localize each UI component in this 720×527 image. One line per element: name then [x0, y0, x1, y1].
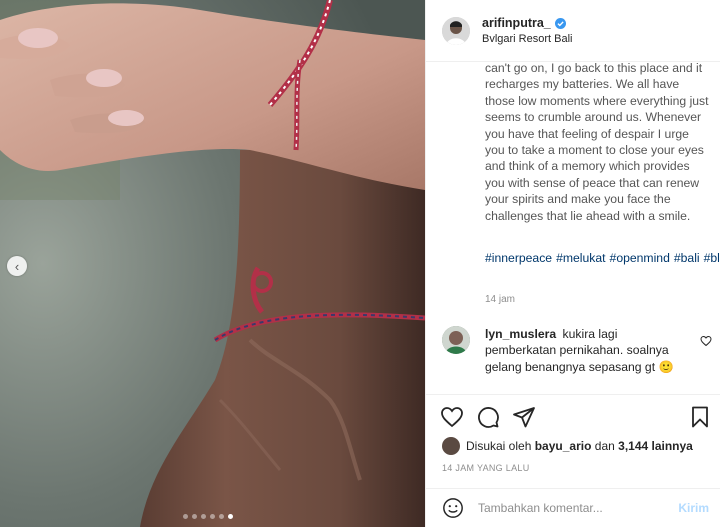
- verified-badge-icon: [554, 17, 566, 29]
- liker-username[interactable]: bayu_ario: [535, 439, 592, 453]
- likes-conjunction: dan: [594, 439, 615, 453]
- hashtag-link[interactable]: #innerpeace: [485, 251, 552, 265]
- caption-time-ago[interactable]: 14 jam: [485, 294, 515, 305]
- post-hashtags: #innerpeace #melukat #openmind #bali #blesse…: [485, 250, 720, 266]
- comment-body: lyn_muslera kukira lagi pemberkatan pern…: [485, 326, 685, 375]
- post-location[interactable]: Bvlgari Resort Bali: [482, 33, 572, 45]
- hashtag-link[interactable]: #bali: [674, 251, 700, 265]
- post-side-panel: arifinputra_ Bvlgari Resort Bali can't g…: [425, 0, 720, 527]
- emoji-icon[interactable]: [442, 497, 464, 519]
- post-header: arifinputra_ Bvlgari Resort Bali: [426, 0, 720, 62]
- heart-icon[interactable]: [440, 405, 464, 429]
- author-avatar[interactable]: [442, 16, 470, 45]
- carousel-dot: [228, 514, 233, 519]
- post-comment-button[interactable]: Kirim: [678, 501, 709, 515]
- previous-slide-button[interactable]: ‹: [7, 256, 27, 276]
- post-actions-bar: [426, 394, 720, 434]
- carousel-dot: [210, 514, 215, 519]
- comment-like-heart-icon[interactable]: [700, 335, 712, 347]
- comment-username[interactable]: lyn_muslera: [485, 327, 556, 341]
- post-timestamp[interactable]: 14 JAM YANG LALU: [442, 463, 530, 473]
- carousel-indicator: [183, 514, 233, 519]
- commenter-avatar[interactable]: [442, 326, 470, 354]
- likes-count[interactable]: 3,144 lainnya: [618, 439, 693, 453]
- chevron-left-icon: ‹: [14, 258, 20, 274]
- liker-avatar[interactable]: [442, 437, 460, 455]
- likes-prefix: Disukai oleh: [466, 439, 532, 453]
- author-username[interactable]: arifinputra_: [482, 16, 551, 30]
- likes-summary: Disukai oleh bayu_ario dan 3,144 lainnya: [442, 437, 693, 455]
- comment-input[interactable]: Tambahkan komentar...: [478, 501, 678, 515]
- carousel-dot: [192, 514, 197, 519]
- carousel-dot: [201, 514, 206, 519]
- hashtag-link[interactable]: #openmind: [610, 251, 670, 265]
- hashtag-link[interactable]: #blessed: [704, 251, 720, 265]
- post-photo[interactable]: ‹: [0, 0, 425, 527]
- carousel-dot: [183, 514, 188, 519]
- photo-image: [0, 0, 425, 527]
- post-caption: can't go on, I go back to this place and…: [485, 62, 709, 223]
- comments-scroll-area[interactable]: can't go on, I go back to this place and…: [426, 62, 720, 394]
- comment-icon[interactable]: [476, 405, 500, 429]
- carousel-dot: [219, 514, 224, 519]
- hashtag-link[interactable]: #melukat: [556, 251, 605, 265]
- share-icon[interactable]: [512, 405, 536, 429]
- add-comment-bar: Tambahkan komentar... Kirim: [426, 488, 720, 527]
- bookmark-icon[interactable]: [688, 405, 712, 429]
